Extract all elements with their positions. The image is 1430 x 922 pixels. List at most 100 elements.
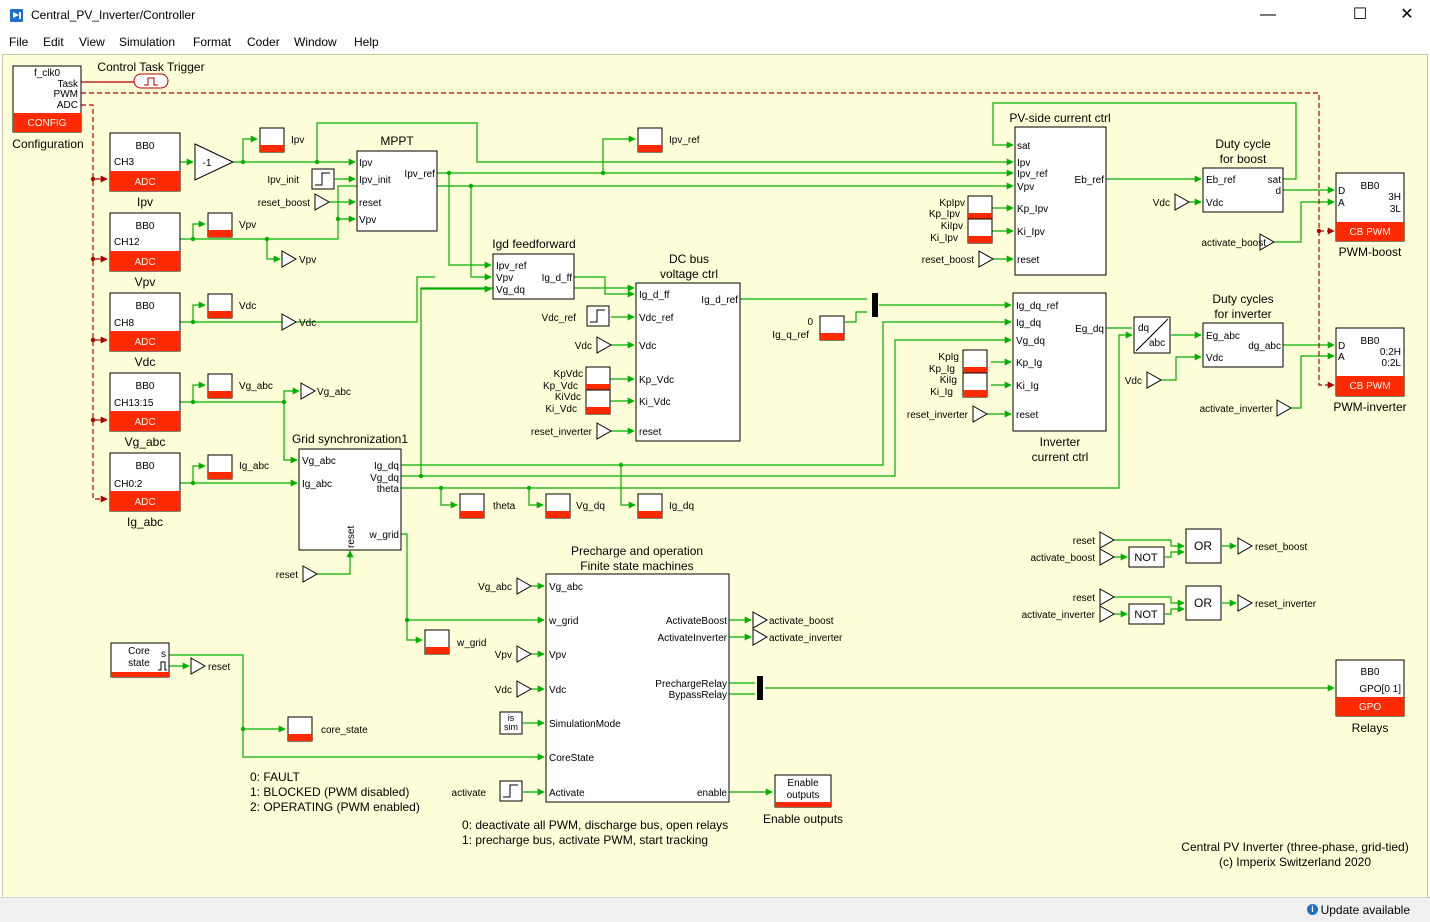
pwm-boost-block[interactable]: BB0 D A 3H 3L CB PWM [1335, 172, 1405, 242]
schematic-svg[interactable]: f_clk0 Task PWM ADC CONFIG Configuration… [3, 55, 1427, 898]
mppt-ipvref-port: Ipv_ref [404, 169, 435, 180]
grid-synchronization-block[interactable]: Vg_abc Ig_abc Ig_dq Vg_dq theta w_grid r… [298, 448, 402, 551]
param-kiipv[interactable] [967, 218, 993, 244]
fsm-block[interactable]: Vg_abc w_grid Vpv Vdc SimulationMode Cor… [545, 573, 730, 803]
from-activate-inverter[interactable] [1276, 399, 1293, 417]
probe-vpv[interactable] [207, 212, 233, 238]
schematic-canvas[interactable]: f_clk0 Task PWM ADC CONFIG Configuration… [2, 54, 1428, 899]
pvctrl-ipv-port: Ipv [1017, 158, 1030, 169]
menu-file[interactable]: File [9, 35, 28, 49]
menu-simulation[interactable]: Simulation [119, 35, 175, 49]
param-kpipv[interactable] [967, 195, 993, 221]
inverter-current-ctrl-block[interactable]: Ig_dq_ref Ig_dq Vg_dq Kp_Ig Ki_Ig reset … [1012, 292, 1107, 432]
adc-block-ipv[interactable]: BB0 CH3 ADC [109, 132, 181, 192]
probe-ig-dq[interactable] [637, 493, 663, 519]
dcbus-vdcref-port: Vdc_ref [639, 313, 674, 324]
from-vdc-inv[interactable] [1146, 371, 1163, 389]
igd-feedforward-block[interactable]: Ipv_ref Vpv Vg_dq Ig_d_ff [492, 253, 575, 300]
duty-cycles-inverter-block[interactable]: Eg_abc Vdc dg_abc [1202, 322, 1284, 368]
menu-format[interactable]: Format [193, 35, 231, 49]
invctrl-egdq-port: Eg_dq [1075, 324, 1104, 335]
gain-block[interactable]: -1 [194, 143, 235, 181]
menu-window[interactable]: Window [294, 35, 337, 49]
or-gate-boost[interactable]: OR [1185, 528, 1222, 564]
activate-label: activate [452, 788, 487, 799]
enable-outputs-block[interactable]: Enable outputs [774, 774, 832, 808]
duty-cycle-boost-block[interactable]: Eb_ref Vdc sat d [1202, 167, 1284, 213]
kpipv-label: KpIpv [939, 198, 965, 209]
core-state-block[interactable]: Core state s [110, 642, 170, 678]
mppt-block[interactable]: Ipv Ipv_init reset Vpv Ipv_ref [356, 150, 438, 232]
footer-title: Central PV Inverter (three-phase, grid-t… [1181, 840, 1408, 854]
fsm-actinv-port: ActivateInverter [658, 633, 728, 644]
fsm-from-tags[interactable] [516, 577, 533, 698]
duty-inv-title-2: for inverter [1214, 307, 1271, 321]
configuration-label: Configuration [12, 137, 83, 151]
is-sim-block[interactable]: is sim [499, 711, 523, 735]
param-kpvdc[interactable] [585, 366, 611, 392]
pwm-inverter-block[interactable]: BB0 D A 0:2H 0:2L CB PWM [1335, 327, 1405, 397]
adc-block-ig-abc[interactable]: BB0 CH0:2 ADC [109, 452, 181, 512]
param-kpig[interactable] [962, 349, 988, 375]
from-vdc-boost[interactable] [1174, 193, 1191, 211]
probe-w-grid[interactable] [424, 629, 450, 655]
adc-block-vg-abc[interactable]: BB0 CH13:15 ADC [109, 372, 181, 432]
param-kivdc[interactable] [585, 389, 611, 415]
step-vdc-ref[interactable] [586, 305, 610, 327]
step-activate[interactable] [499, 780, 523, 802]
from-reset-boost[interactable] [314, 193, 331, 211]
adc-ipv-label: Ipv [137, 195, 153, 209]
probe-vdc[interactable] [207, 293, 233, 319]
logic-reset-2-label: reset [1073, 593, 1095, 604]
probe-vg-abc[interactable] [207, 373, 233, 399]
const-ig-q-ref[interactable] [819, 315, 845, 341]
probe-ipv-ref[interactable] [637, 127, 663, 153]
from-reset-gridsync[interactable] [302, 565, 319, 583]
probe-ipv[interactable] [259, 127, 285, 153]
maximize-button[interactable]: ☐ [1337, 0, 1383, 30]
pwm-inv-tag: CB PWM [1349, 381, 1390, 392]
probe-core-state[interactable] [287, 716, 313, 742]
from-vdc-dcbus-label: Vdc [575, 341, 592, 352]
menu-coder[interactable]: Coder [247, 35, 280, 49]
adc-block-vdc[interactable]: BB0 CH8 ADC [109, 292, 181, 352]
from-vdc-dcbus[interactable] [596, 336, 613, 354]
or-gate-inverter[interactable]: OR [1185, 585, 1222, 621]
param-kiig[interactable] [962, 372, 988, 398]
from-reset-inverter-inv[interactable] [972, 405, 989, 423]
config-block[interactable]: f_clk0 Task PWM ADC CONFIG [12, 65, 82, 133]
from-reset-inverter-dcbus-label: reset_inverter [531, 427, 593, 438]
from-reset-boost-2[interactable] [978, 250, 995, 268]
not-gate-inverter[interactable]: NOT [1128, 603, 1165, 625]
from-reset-inverter-dcbus[interactable] [596, 422, 613, 440]
probe-vg-dq[interactable] [545, 493, 571, 519]
minimize-button[interactable]: — [1245, 0, 1291, 30]
close-button[interactable]: ✕ [1384, 0, 1430, 30]
probe-vpv-label: Vpv [239, 220, 256, 231]
step-ipv-init[interactable] [311, 168, 335, 190]
pwm-inv-02h: 0:2H [1380, 347, 1401, 358]
dq-abc-transform[interactable]: dq abc [1133, 316, 1171, 354]
probe-theta-label: theta [493, 501, 516, 512]
gridsync-reset-port: reset [346, 526, 357, 548]
pv-side-current-ctrl-block[interactable]: sat Ipv Ipv_ref Vpv Kp_Ipv Ki_Ipv reset … [1014, 126, 1107, 276]
adc-block-vpv[interactable]: BB0 CH12 ADC [109, 212, 181, 272]
menu-edit[interactable]: Edit [43, 35, 64, 49]
fsm-goto-tags[interactable] [752, 611, 769, 646]
dc-bus-voltage-ctrl-block[interactable]: Ig_d_ff Vdc_ref Vdc Kp_Vdc Ki_Vdc reset … [635, 282, 741, 442]
not-gate-boost[interactable]: NOT [1128, 546, 1165, 568]
menu-help[interactable]: Help [354, 35, 379, 49]
mux-dq-ref[interactable] [872, 293, 878, 317]
probe-ig-abc[interactable] [207, 454, 233, 480]
gpo-relays-block[interactable]: BB0 GPO[0 1] GPO [1335, 659, 1405, 717]
dcbus-reset-port: reset [639, 427, 661, 438]
note-precharge: 1: precharge bus, activate PWM, start tr… [462, 833, 708, 847]
mux-relays[interactable] [757, 676, 763, 700]
from-reset-boost-2-label: reset_boost [922, 255, 974, 266]
probe-theta[interactable] [459, 493, 485, 519]
goto-activate-inverter-label: activate_inverter [769, 633, 843, 644]
trigger-icon[interactable] [133, 73, 169, 89]
adc-vgabc-tag: ADC [134, 417, 155, 428]
update-available-link[interactable]: Update available [1321, 903, 1410, 917]
menu-view[interactable]: View [79, 35, 105, 49]
